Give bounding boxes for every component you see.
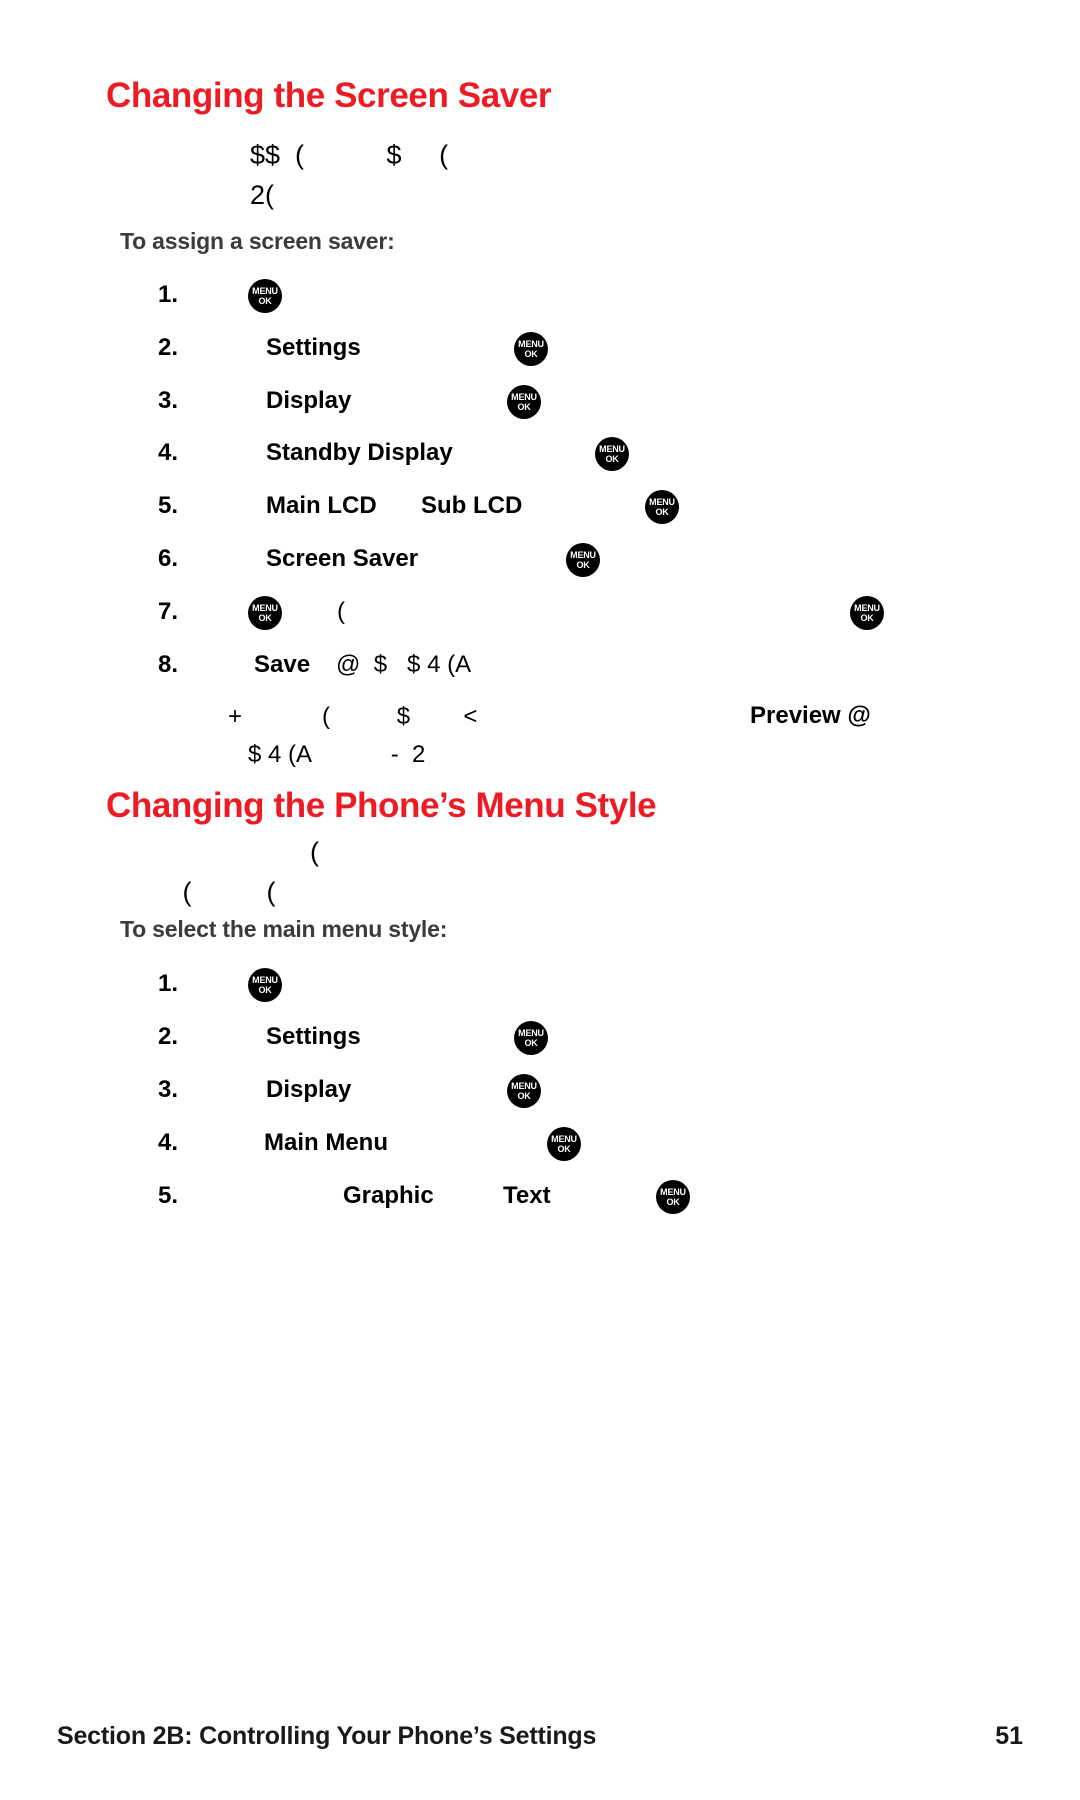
step-number: 3. — [157, 387, 178, 414]
step-bold-term: Main Menu — [264, 1129, 388, 1156]
menu-key-top-label: MENU — [660, 1186, 686, 1197]
step-item: 6. Screen Saver MENU OK — [140, 543, 960, 585]
menu-ok-key-icon: MENU OK — [507, 1074, 541, 1108]
section-heading-screen-saver: Changing the Screen Saver — [106, 76, 552, 115]
menu-ok-key-icon: MENU OK — [656, 1180, 690, 1214]
intro-paragraph-menu-style: ( ( ( — [182, 837, 320, 907]
menu-ok-key-icon: MENU OK — [507, 385, 541, 419]
menu-key-top-label: MENU — [518, 338, 544, 349]
step-bold-term-2: Text — [503, 1182, 551, 1209]
menu-ok-key-icon: MENU OK — [248, 279, 282, 313]
menu-key-top-label: MENU — [551, 1133, 577, 1144]
menu-key-top-label: MENU — [599, 443, 625, 454]
footer-section-label: Section 2B: Controlling Your Phone’s Set… — [57, 1722, 597, 1750]
step-bold-term: Save — [254, 651, 311, 678]
step-number: 5. — [157, 1182, 178, 1209]
menu-ok-key-icon: MENU OK — [248, 596, 282, 630]
step-number: 4. — [157, 439, 178, 466]
step-bold-term-2: Sub LCD — [421, 492, 523, 519]
step-item: 3. Display MENU OK — [140, 1074, 960, 1116]
menu-ok-key-icon: MENU OK — [595, 437, 629, 471]
menu-key-bottom-label: OK — [860, 612, 874, 623]
menu-key-bottom-label: OK — [258, 612, 272, 623]
menu-key-bottom-label: OK — [666, 1196, 680, 1207]
step-number: 6. — [157, 545, 178, 572]
step-item: 2. Settings MENU OK — [140, 332, 960, 374]
menu-key-bottom-label: OK — [524, 1037, 538, 1048]
step-number: 2. — [157, 1023, 178, 1050]
menu-key-top-label: MENU — [252, 974, 278, 985]
menu-key-top-label: MENU — [570, 549, 596, 560]
menu-key-bottom-label: OK — [655, 506, 669, 517]
menu-key-bottom-label: OK — [258, 984, 272, 995]
step-number: 3. — [157, 1076, 178, 1103]
step-number: 2. — [157, 334, 178, 361]
note-line-2-plain: $ 4 (A - 2 — [248, 741, 426, 768]
step-item: 1. MENU OK — [140, 279, 960, 321]
intro-paragraph-screen-saver: $$ ( $ ( 2( — [250, 140, 449, 210]
step-bold-term: Settings — [266, 334, 361, 361]
menu-ok-key-icon: MENU OK — [547, 1127, 581, 1161]
step-bold-term: Display — [266, 1076, 352, 1103]
menu-key-top-label: MENU — [252, 602, 278, 613]
lead-in-select-menu-style: To select the main menu style: — [120, 916, 448, 942]
menu-key-top-label: MENU — [511, 391, 537, 402]
step-bold-term: Screen Saver — [266, 545, 419, 572]
menu-key-bottom-label: OK — [576, 559, 590, 570]
menu-key-top-label: MENU — [649, 496, 675, 507]
step-plain-text: @ $ $ 4 (A — [336, 651, 472, 678]
menu-key-bottom-label: OK — [258, 295, 272, 306]
step-bold-term: Graphic — [343, 1182, 434, 1209]
step-number: 4. — [157, 1129, 178, 1156]
step-plain-text: ( — [337, 598, 345, 625]
note-line-1-plain: + ( $ < — [228, 703, 478, 730]
menu-ok-key-icon: MENU OK — [645, 490, 679, 524]
menu-key-top-label: MENU — [252, 285, 278, 296]
step-item: 5. Graphic Text MENU OK — [140, 1180, 960, 1222]
step-number: 5. — [157, 492, 178, 519]
menu-key-bottom-label: OK — [517, 1090, 531, 1101]
menu-key-bottom-label: OK — [605, 453, 619, 464]
menu-ok-key-icon: MENU OK — [514, 332, 548, 366]
step-item: 2. Settings MENU OK — [140, 1021, 960, 1063]
menu-ok-key-icon: MENU OK — [514, 1021, 548, 1055]
footer-page-number: 51 — [995, 1722, 1023, 1750]
step-item: 8. Save @ $ $ 4 (A — [140, 651, 960, 691]
step-number: 7. — [157, 598, 178, 625]
step-item: 7. MENU OK ( MENU OK — [140, 596, 960, 638]
menu-ok-key-icon: MENU OK — [248, 968, 282, 1002]
menu-key-bottom-label: OK — [524, 348, 538, 359]
section-heading-menu-style: Changing the Phone’s Menu Style — [106, 786, 657, 825]
menu-key-bottom-label: OK — [557, 1143, 571, 1154]
note-line-1-bold: Preview @ — [750, 702, 871, 729]
step-item: 3. Display MENU OK — [140, 385, 960, 427]
step-item: 5. Main LCD Sub LCD MENU OK — [140, 490, 960, 532]
step-item: 4. Standby Display MENU OK — [140, 437, 960, 479]
step-number: 8. — [157, 651, 178, 678]
menu-key-top-label: MENU — [511, 1080, 537, 1091]
step-item: 1. MENU OK — [140, 968, 960, 1010]
step-number: 1. — [157, 970, 178, 997]
menu-ok-key-icon: MENU OK — [566, 543, 600, 577]
step-bold-term: Settings — [266, 1023, 361, 1050]
menu-ok-key-icon: MENU OK — [850, 596, 884, 630]
step-bold-term: Standby Display — [266, 439, 453, 466]
step-bold-term: Display — [266, 387, 352, 414]
document-page: Changing the Screen Saver $$ ( $ ( 2( To… — [0, 0, 1080, 1800]
step-item: 4. Main Menu MENU OK — [140, 1127, 960, 1169]
step-number: 1. — [157, 281, 178, 308]
lead-in-assign-screen-saver: To assign a screen saver: — [120, 228, 395, 254]
menu-key-top-label: MENU — [518, 1027, 544, 1038]
menu-key-top-label: MENU — [854, 602, 880, 613]
menu-key-bottom-label: OK — [517, 401, 531, 412]
step-bold-term: Main LCD — [266, 492, 377, 519]
